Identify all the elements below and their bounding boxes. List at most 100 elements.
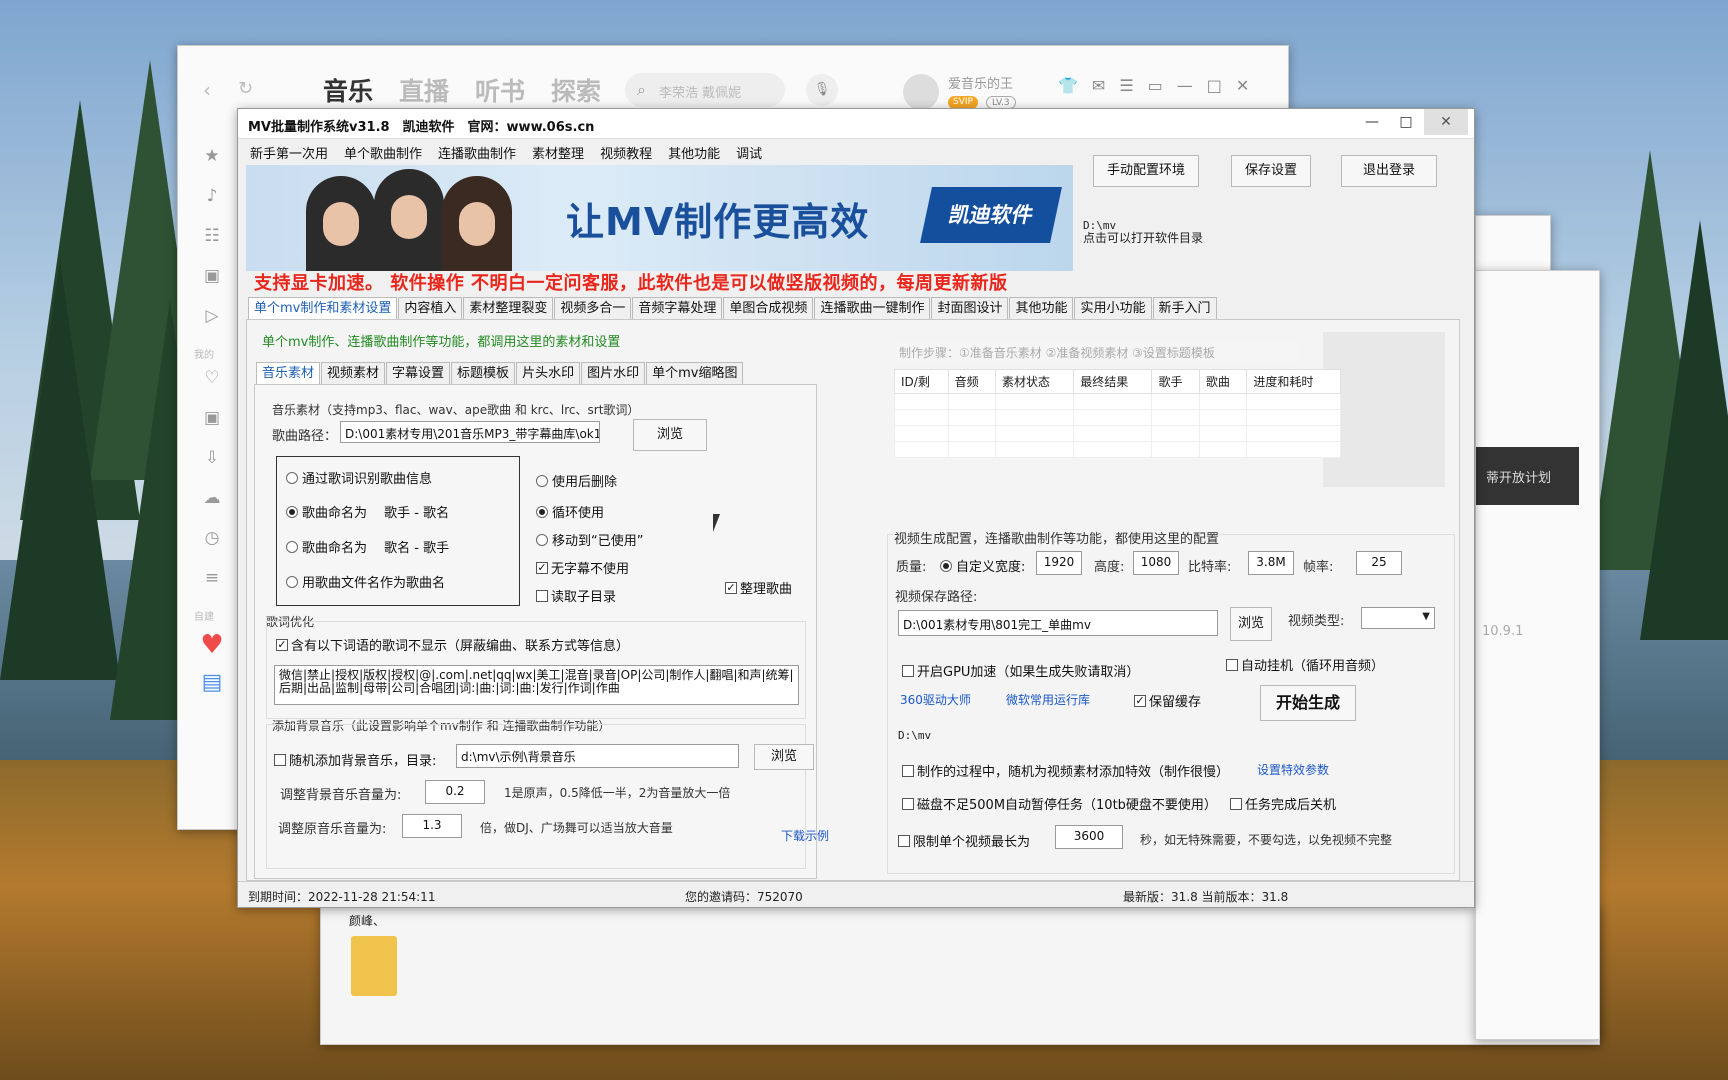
menu-item[interactable]: 素材整理 bbox=[532, 143, 584, 162]
effect-params-link[interactable]: 设置特效参数 bbox=[1257, 761, 1329, 778]
usage-option-move[interactable]: 移动到“已使用” bbox=[536, 530, 643, 549]
lyrics-words-textarea[interactable]: 微信|禁止|授权|版权|授权|@|.com|.net|qq|wx|美工|混音|录… bbox=[274, 665, 799, 705]
auto-hang-checkbox[interactable]: 自动挂机（循环用音频） bbox=[1226, 655, 1384, 674]
orig-vol-input[interactable]: 1.3 bbox=[402, 814, 462, 838]
gpu-checkbox[interactable]: 开启GPU加速（如果生成失败请取消） bbox=[902, 661, 1139, 680]
collection-icon[interactable]: ▣ bbox=[190, 408, 234, 448]
song-path-input[interactable]: D:\001素材专用\201音乐MP3_带字幕曲库\ok11-3 bbox=[340, 421, 600, 443]
song-browse-button[interactable]: 浏览 bbox=[633, 419, 707, 451]
limit-length-input[interactable]: 3600 bbox=[1055, 825, 1123, 849]
tab-playlist[interactable]: 连播歌曲一键制作 bbox=[814, 297, 931, 319]
tab-single-image[interactable]: 单图合成视频 bbox=[723, 297, 814, 319]
folder-icon[interactable] bbox=[351, 936, 397, 996]
fps-input[interactable]: 25 bbox=[1356, 551, 1402, 575]
cloud-icon[interactable]: ☁ bbox=[190, 488, 234, 528]
save-path-input[interactable]: D:\001素材专用\801完工_单曲mv bbox=[898, 610, 1218, 636]
naming-option-song-artist[interactable]: 歌曲命名为 歌名 - 歌手 bbox=[286, 537, 449, 556]
user-name[interactable]: 爱音乐的王 bbox=[948, 73, 1013, 92]
tab-other[interactable]: 其他功能 bbox=[1009, 297, 1074, 319]
dir-hint[interactable]: 点击可以打开软件目录 bbox=[1083, 229, 1203, 246]
back-panel-text[interactable]: 蒂开放计划 bbox=[1476, 447, 1579, 505]
start-generate-button[interactable]: 开始生成 bbox=[1260, 685, 1356, 721]
usage-option-delete[interactable]: 使用后删除 bbox=[536, 471, 617, 490]
save-path-browse-button[interactable]: 浏览 bbox=[1230, 607, 1272, 641]
width-input[interactable]: 1920 bbox=[1036, 551, 1082, 575]
table-header[interactable]: ID/剩 bbox=[894, 369, 949, 394]
tab-content-insert[interactable]: 内容植入 bbox=[398, 297, 463, 319]
naming-option-lyrics[interactable]: 通过歌词识别歌曲信息 bbox=[286, 468, 432, 487]
history-icon[interactable]: ◷ bbox=[190, 528, 234, 568]
save-settings-button[interactable]: 保存设置 bbox=[1231, 155, 1311, 187]
bg-browse-button[interactable]: 浏览 bbox=[754, 744, 814, 770]
bg-dir-input[interactable]: d:\mv\示例\背景音乐 bbox=[456, 744, 739, 768]
close-icon[interactable]: ✕ bbox=[1236, 76, 1249, 95]
naming-option-filename[interactable]: 用歌曲文件名作为歌曲名 bbox=[286, 572, 445, 591]
menu-item[interactable]: 单个歌曲制作 bbox=[344, 143, 422, 162]
mini-player-icon[interactable]: ▭ bbox=[1148, 76, 1163, 95]
download-icon[interactable]: ⇩ bbox=[190, 448, 234, 488]
custom-width-radio[interactable]: 自定义宽度: bbox=[940, 556, 1025, 575]
tab-music-material[interactable]: 音乐素材 bbox=[256, 362, 321, 384]
menu-item[interactable]: 连播歌曲制作 bbox=[438, 143, 516, 162]
read-subdir-checkbox[interactable]: 读取子目录 bbox=[536, 586, 616, 605]
limit-length-checkbox[interactable]: 限制单个视频最长为 bbox=[898, 831, 1030, 850]
organize-songs-checkbox[interactable]: ✓ 整理歌曲 bbox=[725, 578, 792, 597]
output-dir[interactable]: D:\mv bbox=[898, 729, 931, 742]
maximize-icon[interactable]: □ bbox=[1207, 76, 1222, 95]
file-label[interactable]: 颜峰、 bbox=[349, 912, 385, 929]
bg-vol-input[interactable]: 0.2 bbox=[425, 780, 485, 804]
tab-audio-subtitle[interactable]: 音频字幕处理 bbox=[632, 297, 723, 319]
recommend-icon[interactable]: ★ bbox=[190, 146, 234, 186]
custom-playlist-icon[interactable]: ▤ bbox=[190, 670, 234, 710]
random-effect-checkbox[interactable]: 制作的过程中，随机为视频素材添加特效（制作很慢） bbox=[902, 761, 1229, 780]
naming-option-artist-song[interactable]: 歌曲命名为 歌手 - 歌名 bbox=[286, 502, 449, 521]
mail-icon[interactable]: ✉ bbox=[1092, 76, 1105, 95]
maximize-icon[interactable]: □ bbox=[1384, 109, 1428, 135]
menu-item[interactable]: 视频教程 bbox=[600, 143, 652, 162]
tab-beginner[interactable]: 新手入门 bbox=[1152, 297, 1217, 319]
list-icon[interactable]: ≡ bbox=[190, 568, 234, 608]
table-header[interactable]: 最终结果 bbox=[1073, 369, 1153, 394]
menu-item[interactable]: 调试 bbox=[736, 143, 762, 162]
tab-image-watermark[interactable]: 图片水印 bbox=[581, 362, 646, 384]
manual-env-button[interactable]: 手动配置环境 bbox=[1093, 155, 1199, 187]
download-example-link[interactable]: 下载示例 bbox=[781, 827, 829, 844]
lyrics-filter-checkbox[interactable]: ✓ 含有以下词语的歌词不显示（屏蔽编曲、联系方式等信息） bbox=[276, 635, 629, 654]
tab-video-merge[interactable]: 视频多合一 bbox=[554, 297, 632, 319]
keep-cache-checkbox[interactable]: ✓ 保留缓存 bbox=[1134, 691, 1201, 710]
tab-intro-watermark[interactable]: 片头水印 bbox=[516, 362, 581, 384]
tab-tools[interactable]: 实用小功能 bbox=[1074, 297, 1152, 319]
avatar[interactable] bbox=[903, 74, 939, 110]
refresh-icon[interactable]: ↻ bbox=[238, 78, 253, 99]
disk-pause-checkbox[interactable]: 磁盘不足500M自动暂停任务（10tb硬盘不要使用） bbox=[902, 794, 1217, 813]
no-subtitle-checkbox[interactable]: ✓ 无字幕不使用 bbox=[536, 558, 629, 577]
playlist-icon[interactable]: ☷ bbox=[190, 226, 234, 266]
menu-item[interactable]: 新手第一次用 bbox=[250, 143, 328, 162]
heart-icon[interactable]: ♡ bbox=[190, 368, 234, 408]
mic-icon[interactable]: 🎙 bbox=[806, 74, 838, 106]
tab-subtitle[interactable]: 字幕设置 bbox=[386, 362, 451, 384]
tab-explore[interactable]: 探索 bbox=[551, 72, 601, 108]
menu-icon[interactable]: ☰ bbox=[1119, 76, 1133, 95]
height-input[interactable]: 1080 bbox=[1133, 551, 1179, 575]
menu-item[interactable]: 其他功能 bbox=[668, 143, 720, 162]
table-header[interactable]: 素材状态 bbox=[995, 369, 1075, 394]
runtime-link[interactable]: 微软常用运行库 bbox=[1006, 691, 1090, 708]
driver-360-link[interactable]: 360驱动大师 bbox=[900, 691, 971, 708]
logout-button[interactable]: 退出登录 bbox=[1341, 155, 1437, 187]
tab-live[interactable]: 直播 bbox=[399, 72, 449, 108]
close-icon[interactable]: ✕ bbox=[1424, 109, 1468, 135]
tab-title-template[interactable]: 标题模板 bbox=[451, 362, 516, 384]
tab-audiobook[interactable]: 听书 bbox=[475, 72, 525, 108]
usage-option-loop[interactable]: 循环使用 bbox=[536, 502, 604, 521]
table-header[interactable]: 歌手 bbox=[1151, 369, 1200, 394]
video-type-select[interactable]: ▼ bbox=[1361, 607, 1435, 629]
tab-music[interactable]: 音乐 bbox=[323, 72, 373, 108]
radio-icon[interactable]: ▣ bbox=[190, 266, 234, 306]
video-icon[interactable]: ▷ bbox=[190, 306, 234, 346]
music-note-icon[interactable]: ♪ bbox=[190, 186, 234, 226]
shirt-icon[interactable]: 👕 bbox=[1058, 76, 1078, 95]
tab-single-mv[interactable]: 单个mv制作和素材设置 bbox=[248, 297, 398, 319]
table-header[interactable]: 进度和耗时 bbox=[1246, 369, 1341, 394]
favorite-playlist-icon[interactable]: ♥ bbox=[190, 630, 234, 670]
